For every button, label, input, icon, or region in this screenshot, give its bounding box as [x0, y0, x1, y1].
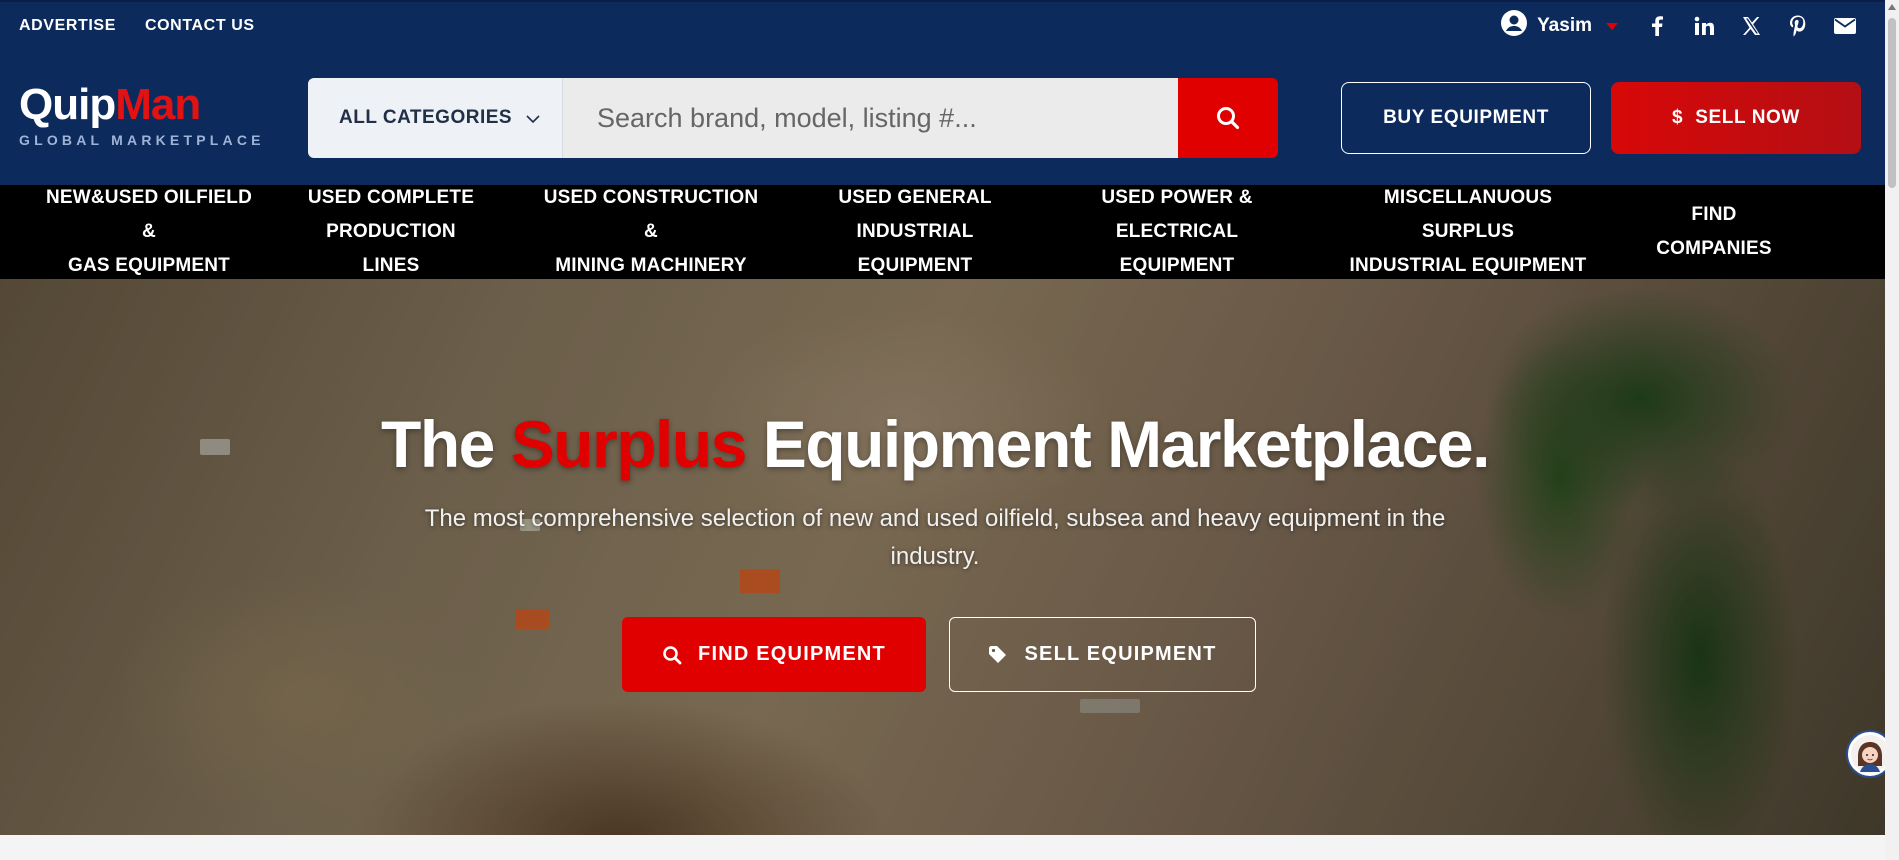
category-dropdown-label: ALL CATEGORIES	[339, 107, 513, 128]
dollar-icon: $	[1672, 107, 1684, 128]
hero-subtitle: The most comprehensive selection of new …	[424, 505, 1446, 570]
sell-now-label: SELL NOW	[1695, 107, 1800, 128]
nav-item-line: ELECTRICAL EQUIPMENT	[1115, 221, 1239, 276]
hero-title-highlight: Surplus	[510, 407, 748, 481]
mail-icon[interactable]	[1834, 15, 1856, 37]
page-scrollbar[interactable]	[1885, 0, 1899, 860]
scrollbar-thumb[interactable]	[1888, 18, 1896, 188]
nav-find-companies[interactable]: FIND COMPANIES	[1631, 198, 1797, 266]
page: ADVERTISE CONTACT US Yasim QuipMan GLOBA…	[0, 0, 1894, 860]
nav-item-line: MINING MACHINERY	[555, 255, 747, 276]
hero-title: The Surplus Equipment Marketplace.	[0, 406, 1870, 482]
search-icon	[1217, 107, 1240, 130]
hero-title-start: The	[381, 407, 495, 481]
nav-item-line: PRODUCTION LINES	[326, 221, 456, 276]
nav-oilfield-gas[interactable]: NEW&USED OILFIELD & GAS EQUIPMENT	[44, 181, 254, 283]
nav-item-line: USED GENERAL	[838, 187, 992, 208]
logo[interactable]: QuipMan GLOBAL MARKETPLACE	[19, 83, 265, 149]
nav-general-industrial[interactable]: USED GENERAL INDUSTRIAL EQUIPMENT	[799, 181, 1031, 283]
assistant-avatar-icon	[1851, 735, 1889, 773]
nav-item-line: USED POWER &	[1101, 187, 1253, 208]
nav-power-electrical[interactable]: USED POWER & ELECTRICAL EQUIPMENT	[1059, 181, 1295, 283]
logo-part-man: Man	[115, 80, 201, 129]
pinterest-icon[interactable]	[1787, 15, 1809, 37]
nav-item-line: INDUSTRIAL EQUIPMENT	[856, 221, 974, 276]
search-field-wrapper	[563, 78, 1178, 158]
search-button[interactable]	[1178, 78, 1278, 158]
top-links: ADVERTISE CONTACT US	[19, 17, 255, 35]
nav-item-line: NEW&USED OILFIELD &	[45, 187, 253, 242]
contact-us-link[interactable]: CONTACT US	[145, 17, 255, 35]
x-icon[interactable]	[1740, 15, 1762, 37]
social-links	[1646, 15, 1856, 37]
nav-item-line: FIND COMPANIES	[1656, 204, 1772, 259]
nav-construction-mining[interactable]: USED CONSTRUCTION & MINING MACHINERY	[538, 181, 764, 283]
logo-part-quip: Quip	[19, 80, 116, 129]
logo-tagline: GLOBAL MARKETPLACE	[19, 132, 265, 148]
search-input[interactable]	[597, 102, 1178, 134]
logo-wordmark: QuipMan	[19, 83, 265, 127]
sell-equipment-button[interactable]: SELL EQUIPMENT	[949, 617, 1256, 692]
search-icon	[663, 645, 682, 664]
chevron-down-icon	[1606, 22, 1618, 30]
main-header: QuipMan GLOBAL MARKETPLACE ALL CATEGORIE…	[0, 50, 1885, 185]
nav-item-line: USED COMPLETE	[307, 187, 475, 208]
nav-miscellaneous-surplus[interactable]: MISCELLANUOUS SURPLUS INDUSTRIAL EQUIPME…	[1341, 181, 1595, 283]
search-bar: ALL CATEGORIES	[308, 78, 1278, 158]
scroll-up-icon[interactable]	[1888, 4, 1896, 10]
user-name: Yasim	[1537, 15, 1592, 36]
nav-production-lines[interactable]: USED COMPLETE PRODUCTION LINES	[296, 181, 486, 283]
user-menu[interactable]: Yasim	[1501, 10, 1618, 42]
buy-equipment-label: BUY EQUIPMENT	[1383, 107, 1549, 128]
nav-item-line: INDUSTRIAL EQUIPMENT	[1349, 255, 1587, 276]
sell-now-button[interactable]: $ SELL NOW	[1611, 82, 1861, 154]
sell-equipment-label: SELL EQUIPMENT	[1024, 643, 1217, 665]
nav-item-line: USED CONSTRUCTION &	[543, 187, 759, 242]
facebook-icon[interactable]	[1646, 15, 1668, 37]
find-equipment-label: FIND EQUIPMENT	[698, 643, 886, 665]
buy-equipment-button[interactable]: BUY EQUIPMENT	[1341, 82, 1591, 154]
nav-item-line: GAS EQUIPMENT	[67, 255, 230, 276]
hero-title-end: Equipment Marketplace.	[762, 407, 1491, 481]
find-equipment-button[interactable]: FIND EQUIPMENT	[622, 617, 926, 692]
category-dropdown[interactable]: ALL CATEGORIES	[308, 78, 563, 158]
nav-item-line: MISCELLANUOUS SURPLUS	[1383, 187, 1553, 242]
chevron-down-icon	[526, 114, 540, 123]
advertise-link[interactable]: ADVERTISE	[19, 17, 116, 35]
top-bar: ADVERTISE CONTACT US Yasim	[0, 0, 1885, 50]
category-nav: NEW&USED OILFIELD & GAS EQUIPMENT USED C…	[0, 185, 1885, 279]
user-icon	[1501, 10, 1528, 42]
tag-icon	[989, 645, 1007, 663]
linkedin-icon[interactable]	[1693, 15, 1715, 37]
hero-section: The Surplus Equipment Marketplace. The m…	[0, 279, 1885, 835]
top-bar-right: Yasim	[1501, 10, 1856, 42]
